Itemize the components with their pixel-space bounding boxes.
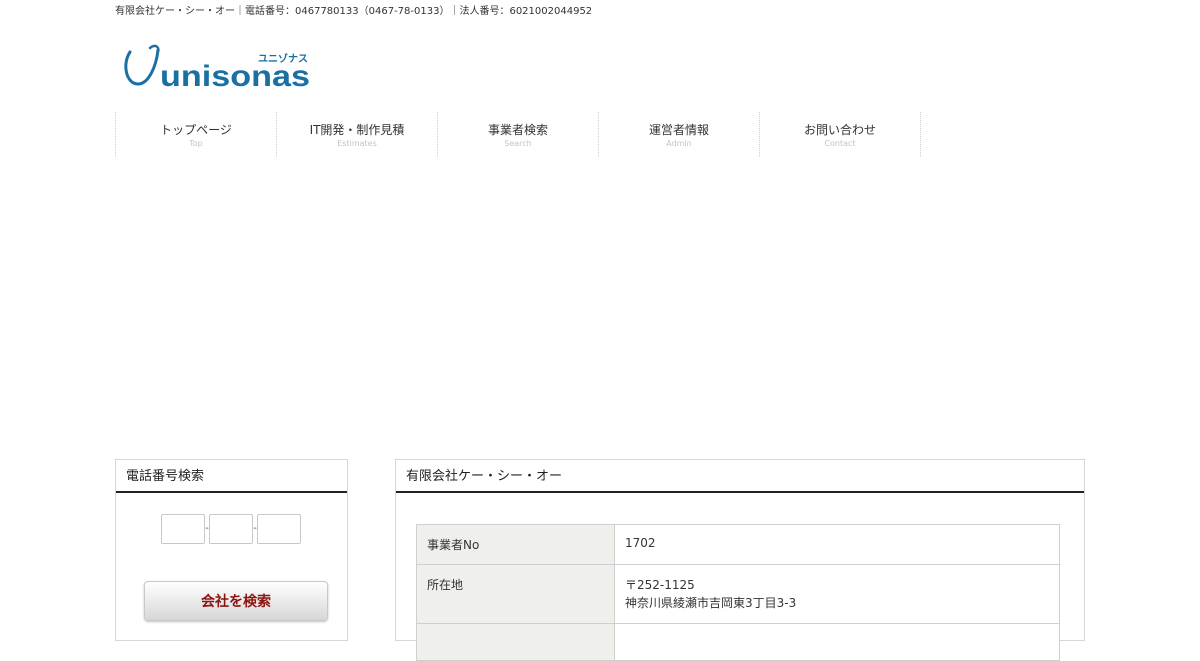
company-search-button[interactable]: 会社を検索 bbox=[144, 581, 328, 621]
row-label: 所在地 bbox=[416, 564, 615, 624]
table-row: 所在地 〒252-1125 神奈川県綾瀬市吉岡東3丁目3-3 bbox=[416, 564, 1060, 624]
nav-label: 運営者情報 bbox=[648, 123, 709, 137]
phone-area-code-input[interactable] bbox=[161, 514, 205, 544]
global-nav: トップページ Top IT開発・制作見積 Estimates 事業者検索 Sea… bbox=[115, 112, 921, 157]
company-name-title: 有限会社ケー・シー・オー bbox=[396, 460, 1084, 493]
company-detail-panel: 有限会社ケー・シー・オー 事業者No 1702 所在地 〒252-1125 神奈… bbox=[395, 459, 1085, 661]
postal-code: 〒252-1125 bbox=[625, 578, 695, 592]
company-info-table: 事業者No 1702 所在地 〒252-1125 神奈川県綾瀬市吉岡東3丁目3-… bbox=[416, 524, 1060, 661]
phone-number-fields: - - bbox=[161, 514, 301, 544]
row-label: 事業者No bbox=[416, 524, 615, 565]
nav-item-contact[interactable]: お問い合わせ Contact bbox=[759, 112, 921, 157]
table-row: 事業者No 1702 bbox=[416, 524, 1060, 565]
nav-label: 事業者検索 bbox=[487, 123, 548, 137]
nav-label: お問い合わせ bbox=[803, 123, 876, 137]
nav-sublabel: Estimates bbox=[337, 139, 377, 148]
nav-item-admin[interactable]: 運営者情報 Admin bbox=[598, 112, 759, 157]
logo-kana: ユニゾナス bbox=[258, 52, 308, 65]
nav-label: トップページ bbox=[160, 123, 232, 137]
nav-sublabel: Contact bbox=[824, 139, 856, 148]
unisonas-logo[interactable]: unisonas ユニゾナス bbox=[122, 42, 322, 92]
nav-item-search[interactable]: 事業者検索 Search bbox=[437, 112, 598, 157]
phone-search-widget: 電話番号検索 - - 会社を検索 bbox=[115, 459, 348, 641]
address-cell: 〒252-1125 神奈川県綾瀬市吉岡東3丁目3-3 bbox=[614, 564, 1060, 624]
row-label bbox=[416, 623, 615, 661]
table-row bbox=[416, 623, 1060, 661]
nav-sublabel: Search bbox=[504, 139, 532, 148]
company-info-bar: 有限会社ケー・シー・オー｜電話番号：0467780133（0467-78-013… bbox=[115, 6, 593, 17]
nav-label: IT開発・制作見積 bbox=[309, 123, 405, 137]
address-text: 神奈川県綾瀬市吉岡東3丁目3-3 bbox=[625, 596, 797, 610]
phone-exchange-input[interactable] bbox=[209, 514, 253, 544]
nav-sublabel: Admin bbox=[666, 139, 692, 148]
row-value bbox=[614, 623, 1060, 661]
phone-subscriber-input[interactable] bbox=[257, 514, 301, 544]
business-number-value: 1702 bbox=[614, 524, 1060, 565]
nav-item-top[interactable]: トップページ Top bbox=[115, 112, 276, 157]
nav-item-estimates[interactable]: IT開発・制作見積 Estimates bbox=[276, 112, 437, 157]
nav-sublabel: Top bbox=[189, 139, 203, 148]
phone-search-title: 電話番号検索 bbox=[116, 460, 347, 493]
